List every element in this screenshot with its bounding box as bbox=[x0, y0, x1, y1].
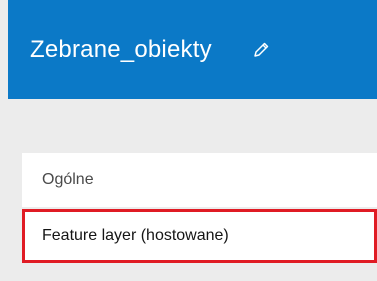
item-details-panel: Zebrane_obiekty Ogólne Feature layer (ho… bbox=[0, 0, 377, 281]
menu-item-feature-layer[interactable]: Feature layer (hostowane) bbox=[22, 209, 377, 263]
menu-item-general[interactable]: Ogólne bbox=[22, 153, 377, 207]
menu-item-label: Ogólne bbox=[42, 171, 94, 188]
menu-item-label: Feature layer (hostowane) bbox=[42, 227, 229, 244]
edit-title-button[interactable] bbox=[250, 39, 272, 61]
item-title: Zebrane_obiekty bbox=[30, 35, 212, 63]
pencil-icon bbox=[254, 42, 269, 57]
item-sections-menu: Ogólne Feature layer (hostowane) bbox=[22, 153, 377, 263]
item-header: Zebrane_obiekty bbox=[8, 0, 377, 99]
